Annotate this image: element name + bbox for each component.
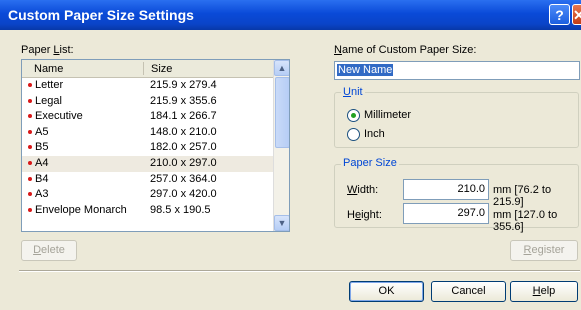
paper-name: Letter — [35, 79, 64, 91]
paper-list-label: Paper List: — [21, 44, 74, 56]
list-item[interactable]: Envelope Monarch 98.5 x 190.5 — [22, 203, 273, 219]
height-range-hint: mm [127.0 to 355.6] — [493, 209, 558, 233]
paper-list[interactable]: Name Size Letter 215.9 x 279.4 Legal 215.9 … — [21, 59, 290, 232]
delete-button[interactable]: Delete — [21, 240, 77, 261]
paper-size: 215.9 x 279.4 — [150, 79, 217, 91]
radio-inch[interactable] — [347, 128, 360, 141]
scroll-down-icon[interactable]: ▼ — [274, 215, 289, 231]
paper-name: Legal — [35, 94, 62, 107]
paper-size: 210.0 x 297.0 — [150, 156, 217, 169]
paper-name: Executive — [35, 110, 83, 123]
list-bullet-icon — [28, 160, 32, 165]
cancel-button[interactable]: Cancel — [431, 281, 506, 302]
paper-name: Envelope Monarch — [35, 203, 127, 216]
paper-name: B5 — [35, 141, 49, 154]
height-input[interactable]: 297.0 — [403, 203, 489, 224]
list-bullet-icon — [28, 129, 32, 134]
list-bullet-icon — [28, 192, 32, 197]
custom-name-value: New Name — [337, 64, 394, 76]
height-value: 297.0 — [457, 207, 485, 219]
paper-size: 297.0 x 420.0 — [150, 188, 217, 201]
list-header: Name Size — [22, 60, 273, 78]
custom-name-input[interactable]: New Name — [334, 61, 580, 80]
paper-size: 182.0 x 257.0 — [150, 141, 217, 154]
column-header-size[interactable]: Size — [151, 63, 172, 75]
width-input[interactable]: 210.0 — [403, 179, 489, 200]
radio-millimeter[interactable] — [347, 109, 360, 122]
paper-size: 98.5 x 190.5 — [150, 203, 211, 216]
paper-size: 215.9 x 355.6 — [150, 94, 217, 107]
list-item[interactable]: Executive 184.1 x 266.7 — [22, 109, 273, 125]
column-header-name[interactable]: Name — [34, 63, 63, 75]
list-item[interactable]: Legal 215.9 x 355.6 — [22, 94, 273, 110]
paper-name: B4 — [35, 172, 49, 185]
help-icon[interactable]: ? — [549, 4, 570, 25]
width-range-hint: mm [76.2 to 215.9] — [493, 184, 552, 208]
list-bullet-icon — [28, 114, 32, 119]
millimeter-label[interactable]: Millimeter — [364, 109, 411, 121]
paper-size: 184.1 x 266.7 — [150, 110, 217, 123]
paper-size: 148.0 x 210.0 — [150, 125, 217, 138]
width-value: 210.0 — [457, 183, 485, 195]
window-title: Custom Paper Size Settings — [8, 7, 194, 23]
list-item[interactable]: A3 297.0 x 420.0 — [22, 187, 273, 203]
separator — [19, 270, 580, 272]
radio-icon — [351, 113, 356, 118]
list-bullet-icon — [28, 145, 32, 150]
paper-name: A3 — [35, 188, 49, 201]
paper-size-group-title: Paper Size — [341, 157, 399, 169]
title-bar[interactable]: Custom Paper Size Settings ? ✕ — [0, 0, 581, 30]
ok-button[interactable]: OK — [349, 281, 424, 302]
list-item[interactable]: Letter 215.9 x 279.4 — [22, 78, 273, 94]
name-field-label: Name of Custom Paper Size: — [334, 44, 477, 56]
paper-name: A5 — [35, 125, 49, 138]
list-item[interactable]: A4 210.0 x 297.0 — [22, 155, 273, 172]
list-scrollbar[interactable]: ▲ ▼ — [273, 60, 289, 231]
height-label: Height: — [347, 209, 382, 221]
list-bullet-icon — [28, 176, 32, 181]
close-icon[interactable]: ✕ — [572, 4, 581, 25]
list-item[interactable]: B5 182.0 x 257.0 — [22, 140, 273, 156]
paper-size: 257.0 x 364.0 — [150, 172, 217, 185]
list-item[interactable]: A5 148.0 x 210.0 — [22, 125, 273, 141]
register-button[interactable]: Register — [510, 240, 578, 261]
scroll-up-icon[interactable]: ▲ — [274, 60, 289, 76]
list-bullet-icon — [28, 207, 32, 212]
list-item[interactable]: B4 257.0 x 364.0 — [22, 172, 273, 188]
list-bullet-icon — [28, 98, 32, 103]
paper-name: A4 — [35, 156, 49, 169]
list-bullet-icon — [28, 83, 32, 87]
scroll-thumb[interactable] — [275, 77, 289, 148]
unit-group-title: Unit — [341, 86, 365, 98]
inch-label[interactable]: Inch — [364, 128, 385, 140]
help-button[interactable]: Help — [510, 281, 578, 302]
width-label: Width: — [347, 184, 379, 196]
